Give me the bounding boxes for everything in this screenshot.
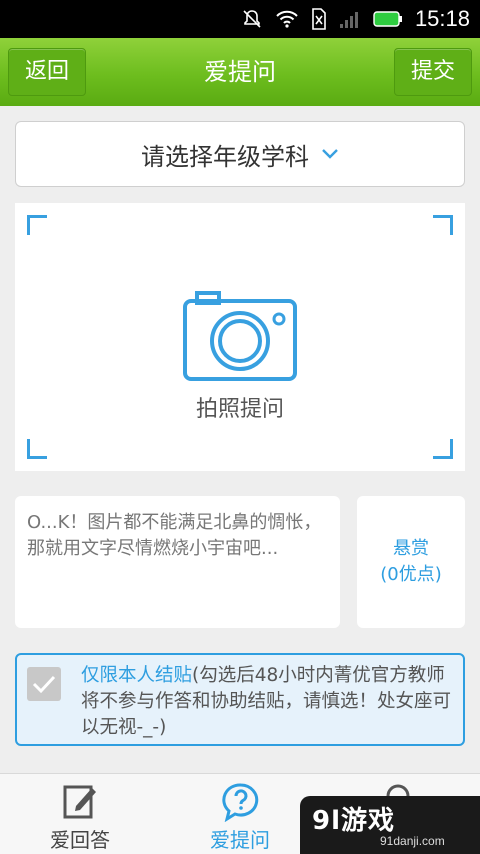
photo-question-label: 拍照提问 bbox=[195, 397, 284, 422]
grade-subject-select[interactable]: 请选择年级学科 bbox=[15, 121, 465, 187]
camera-icon[interactable] bbox=[183, 291, 297, 383]
notice-text: 仅限本人结贴(勾选后48小时内菁优官方教师将不参与作答和协助结贴，请慎选！处女座… bbox=[81, 663, 451, 741]
pencil-note-icon bbox=[63, 785, 96, 819]
checkmark-icon bbox=[32, 675, 56, 694]
notice-highlight: 仅限本人结贴 bbox=[81, 665, 193, 686]
title-bar: 爱提问 返回 提交 bbox=[0, 38, 480, 106]
watermark-logo: 9l游戏 bbox=[312, 806, 396, 836]
reward-button[interactable]: 悬赏 (0优点) bbox=[357, 496, 465, 628]
frame-corner bbox=[433, 439, 453, 459]
wifi-icon bbox=[276, 10, 298, 28]
no-sim-icon bbox=[312, 8, 326, 30]
question-text-input[interactable]: O...K！图片都不能满足北鼻的惆怅，那就用文字尽情燃烧小宇宙吧... bbox=[15, 496, 340, 628]
bell-off-icon bbox=[243, 10, 261, 28]
question-bubble-icon bbox=[222, 783, 259, 822]
tab-answer-label: 爱回答 bbox=[50, 828, 110, 852]
frame-corner bbox=[27, 215, 47, 235]
self-close-notice: 仅限本人结贴(勾选后48小时内菁优官方教师将不参与作答和协助结贴，请慎选！处女座… bbox=[15, 653, 465, 746]
submit-button[interactable]: 提交 bbox=[394, 48, 472, 96]
tab-answer[interactable]: 爱回答 bbox=[0, 774, 160, 854]
tab-ask-label: 爱提问 bbox=[210, 828, 270, 852]
chevron-down-icon bbox=[322, 149, 338, 159]
tab-ask[interactable]: 爱提问 bbox=[160, 774, 320, 854]
grade-subject-label: 请选择年级学科 bbox=[141, 142, 309, 171]
reward-label: 悬赏 bbox=[393, 538, 429, 559]
battery-icon bbox=[373, 11, 402, 27]
signal-icon bbox=[339, 12, 358, 28]
frame-corner bbox=[433, 215, 453, 235]
watermark-url: 91danji.com bbox=[380, 834, 445, 848]
status-bar: 15:18 bbox=[0, 0, 480, 38]
frame-corner bbox=[27, 439, 47, 459]
back-button[interactable]: 返回 bbox=[8, 48, 86, 96]
reward-value: (0优点) bbox=[380, 564, 442, 585]
self-close-checkbox[interactable] bbox=[27, 667, 61, 701]
site-watermark: 9l游戏 91danji.com bbox=[300, 796, 480, 854]
status-time: 15:18 bbox=[414, 6, 470, 31]
photo-question-area[interactable]: 拍照提问 bbox=[15, 203, 465, 471]
